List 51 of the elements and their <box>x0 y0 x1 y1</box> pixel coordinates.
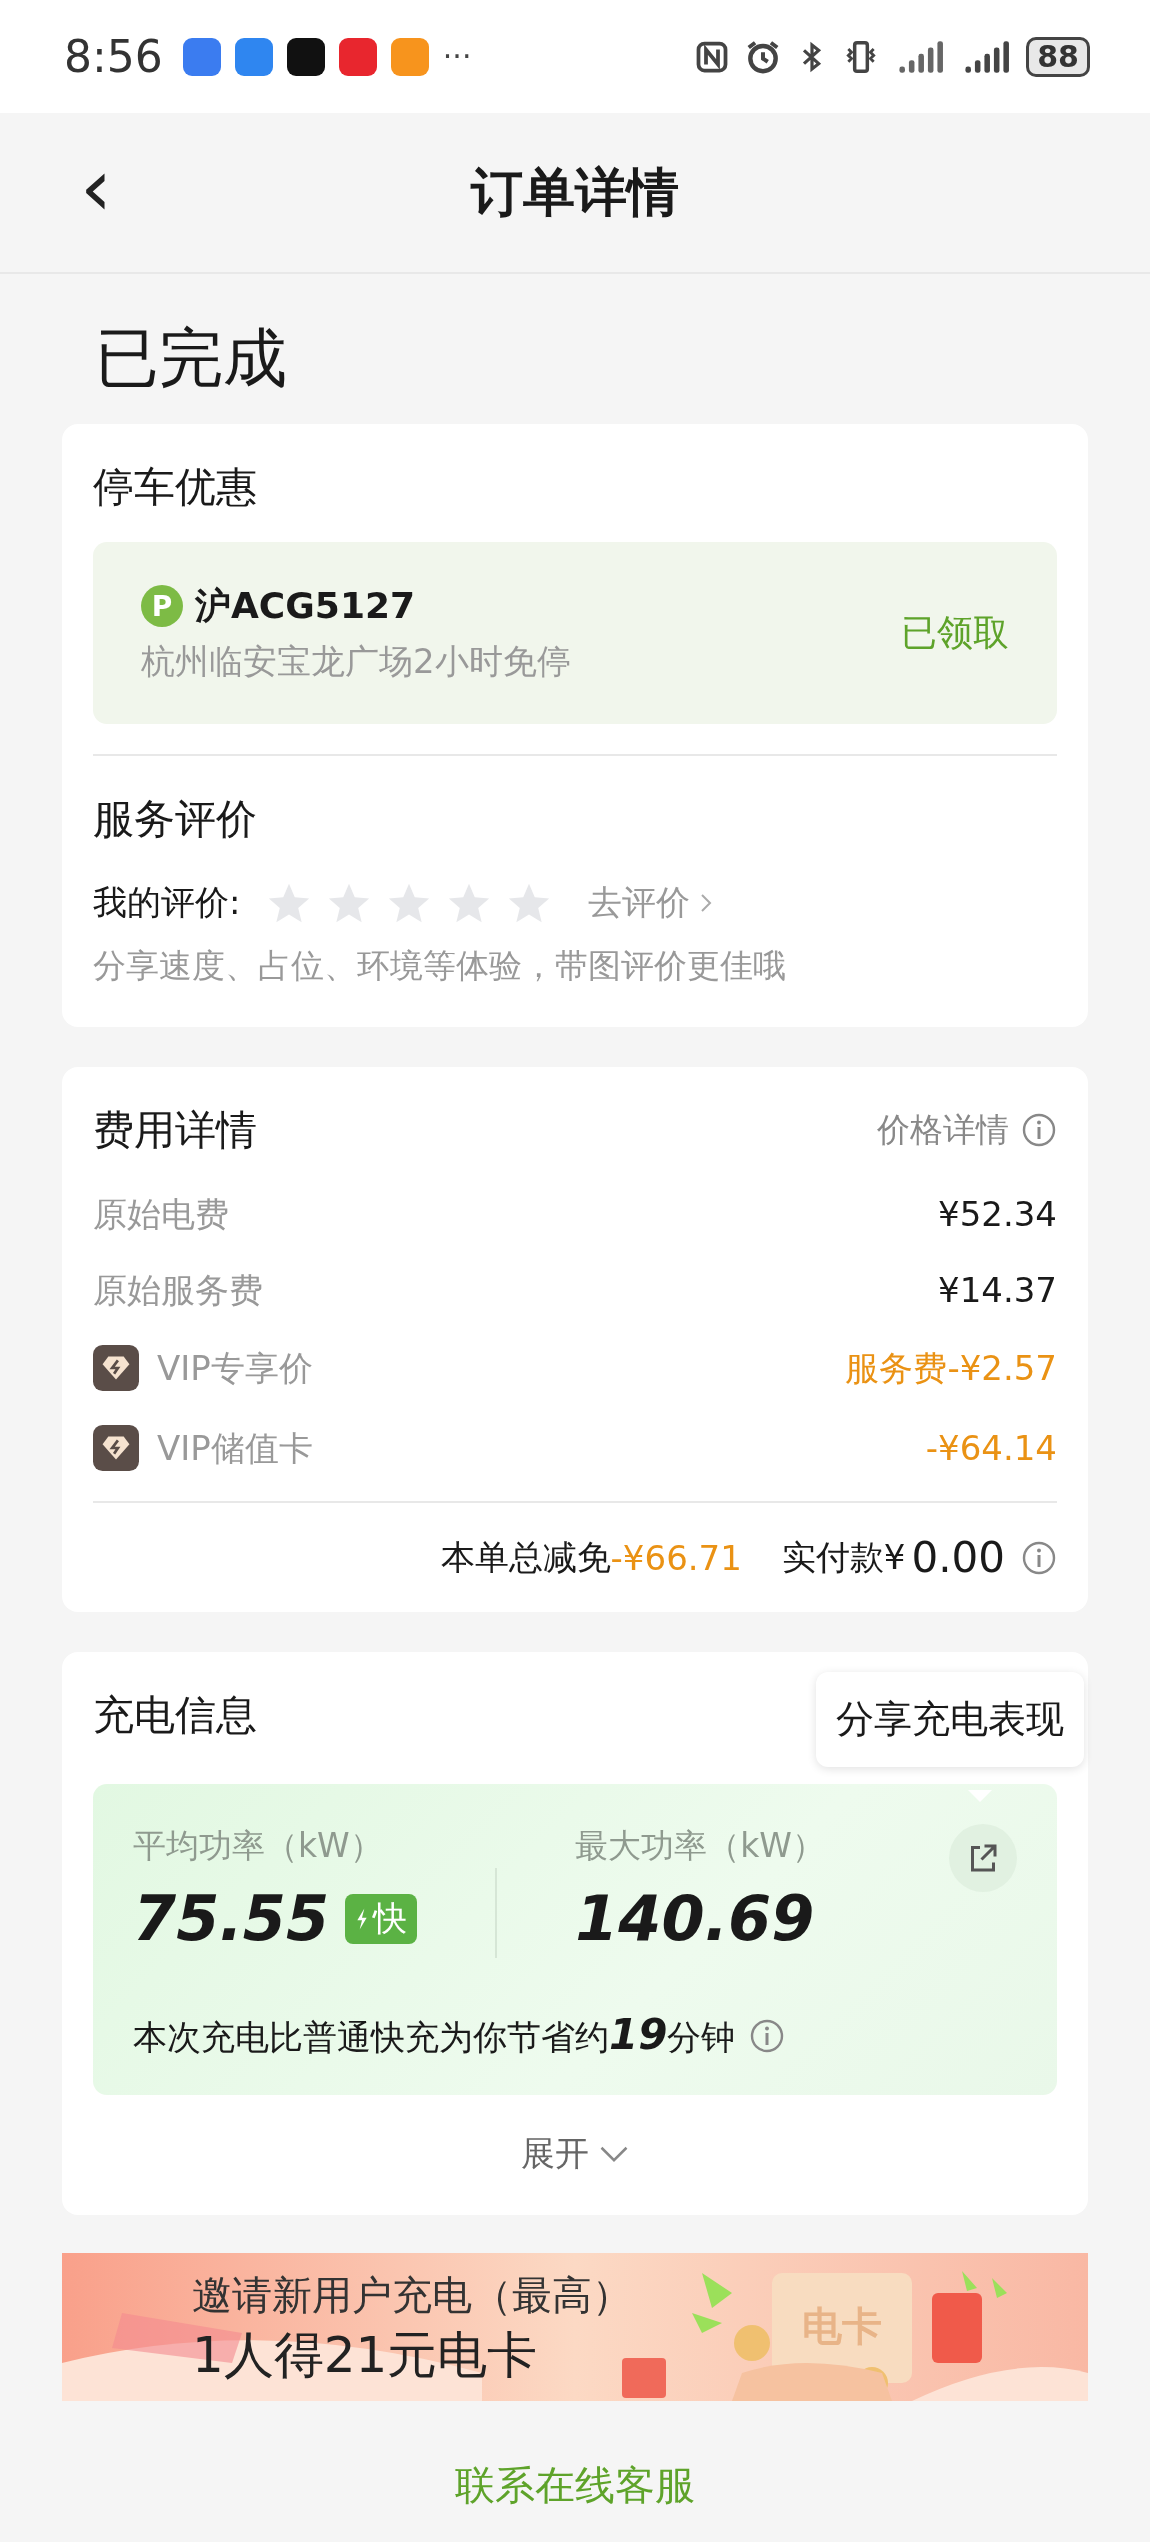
chevron-right-icon <box>700 892 713 914</box>
fee-label: VIP储值卡 <box>157 1427 313 1469</box>
stat-value: 75.55 <box>133 1883 330 1955</box>
app-icon <box>390 37 429 76</box>
banner-offer: 1人得21元电卡 <box>192 2325 539 2386</box>
license-plate: 沪ACG5127 <box>195 583 416 628</box>
app-icon <box>182 37 221 76</box>
time-saving-text: 本次充电比普通快充为你节省约19分钟 <box>133 2010 736 2061</box>
info-icon[interactable] <box>1021 1539 1057 1576</box>
fee-value: ¥52.34 <box>938 1193 1057 1235</box>
fast-charge-badge: 快 <box>345 1894 418 1944</box>
section-title: 服务评价 <box>93 794 257 845</box>
expand-button[interactable]: 展开 <box>521 2131 629 2177</box>
fee-label: 原始服务费 <box>93 1269 263 1311</box>
stat-label: 最大功率（kW） <box>575 1825 825 1867</box>
promo-banner[interactable]: 电卡 邀请新用户充电（最高） 1人得21元电卡 <box>62 2253 1088 2401</box>
more-notifications: ··· <box>442 39 472 74</box>
chevron-down-icon <box>599 2145 629 2163</box>
section-title: 停车优惠 <box>93 462 257 513</box>
rating-label: 我的评价: <box>93 881 241 924</box>
card-label: 电卡 <box>802 2302 882 2351</box>
info-icon[interactable] <box>749 2017 786 2054</box>
paid-value: 0.00 <box>911 1533 1005 1582</box>
section-title: 费用详情 <box>93 1105 257 1156</box>
clock-time: 8:56 <box>64 31 163 82</box>
share-tooltip: 分享充电表现 <box>816 1672 1084 1767</box>
info-icon[interactable] <box>1021 1112 1057 1148</box>
parking-badge: P <box>141 585 183 627</box>
app-icon <box>234 37 273 76</box>
back-button[interactable]: ‹ <box>80 153 112 223</box>
discount-value: -¥66.71 <box>610 1537 742 1578</box>
fee-value: -¥64.14 <box>925 1427 1057 1469</box>
fee-label: VIP专享价 <box>157 1347 313 1389</box>
review-hint: 分享速度、占位、环境等体验，带图评价更佳哦 <box>93 945 787 987</box>
banner-headline: 邀请新用户充电（最高） <box>192 2271 632 2320</box>
stat-value: 140.69 <box>575 1883 816 1955</box>
fee-value: 服务费-¥2.57 <box>845 1347 1057 1389</box>
coupon-description: 杭州临安宝龙广场2小时免停 <box>141 639 572 683</box>
section-title: 充电信息 <box>93 1690 257 1741</box>
battery-level: 88 <box>1026 36 1090 77</box>
app-icon <box>286 37 325 76</box>
fee-value: ¥14.37 <box>938 1269 1057 1311</box>
app-icon <box>338 37 377 76</box>
stat-label: 平均功率（kW） <box>133 1825 384 1867</box>
coupon-status: 已领取 <box>901 610 1009 655</box>
fee-label: 原始电费 <box>93 1193 229 1235</box>
order-status: 已完成 <box>95 321 287 395</box>
discount-label: 本单总减免 <box>440 1535 611 1579</box>
price-detail-link[interactable]: 价格详情 <box>877 1107 1057 1153</box>
paid-label: 实付款¥ <box>781 1535 906 1579</box>
page-title: 订单详情 <box>471 160 679 224</box>
